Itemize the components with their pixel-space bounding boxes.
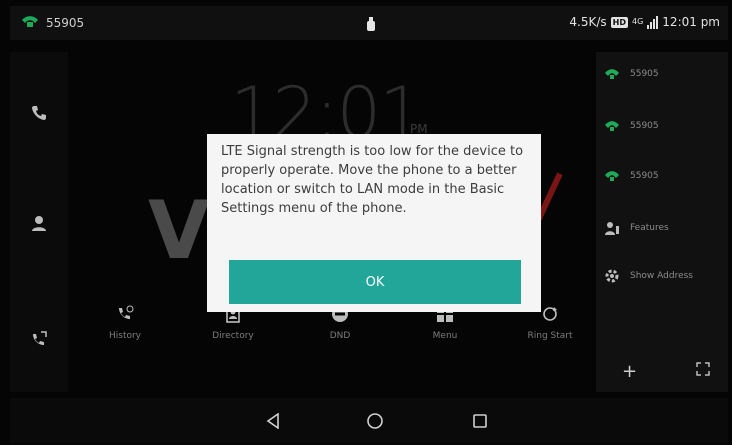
recents-button[interactable]: [465, 408, 495, 434]
softkey-history[interactable]: History: [80, 305, 170, 341]
network-speed: 4.5K/s: [569, 15, 607, 29]
line-key-label: 55905: [630, 171, 659, 181]
show-address-label: Show Address: [630, 271, 693, 281]
back-button[interactable]: [258, 408, 288, 434]
panel-footer: +: [596, 352, 728, 392]
status-right: 4.5K/s HD 4G 12:01 pm: [569, 15, 720, 29]
status-left: 55905: [20, 14, 84, 31]
line-green-icon: [605, 69, 619, 79]
handset-icon: [32, 106, 46, 120]
softkey-label: DND: [329, 331, 351, 341]
network-type: 4G: [632, 17, 644, 26]
back-triangle-icon: [266, 413, 279, 429]
line-key-2[interactable]: 55905: [604, 120, 659, 132]
left-quick-column: [10, 52, 68, 392]
phone-handset-button[interactable]: [24, 98, 54, 128]
status-line-number: 55905: [46, 15, 85, 30]
line-key-3[interactable]: 55905: [604, 170, 659, 182]
phone-screen: 55905 4.5K/s HD 4G 12:01 pm 12:01 PM V H…: [0, 0, 732, 445]
softkey-label: Directory: [212, 331, 254, 341]
status-bar: 55905 4.5K/s HD 4G 12:01 pm: [10, 6, 728, 40]
android-nav-bar: [10, 398, 728, 443]
status-time: 12:01 pm: [662, 15, 720, 29]
softkey-bar: History Directory DND Menu Ring Start: [80, 305, 590, 365]
line-green-icon: [605, 171, 619, 181]
recents-square-icon: [473, 414, 487, 428]
home-circle-icon: [367, 413, 383, 429]
phone-line-icon: [20, 14, 40, 31]
call-log-icon: [33, 331, 47, 345]
call-log-button[interactable]: [24, 324, 54, 354]
dialog-message: LTE Signal strength is too low for the d…: [221, 144, 524, 216]
wallpaper-logo: V: [148, 184, 210, 277]
line-green-icon: [605, 121, 619, 131]
hd-badge: HD: [610, 16, 628, 28]
ring-start-icon: [543, 307, 557, 321]
fullscreen-icon[interactable]: [696, 361, 710, 380]
home-button[interactable]: [360, 408, 390, 434]
features-key[interactable]: Features: [604, 220, 669, 236]
line-key-label: 55905: [630, 121, 659, 131]
softkey-label: Ring Start: [527, 331, 573, 341]
signal-bars-icon: [647, 15, 659, 29]
add-button[interactable]: +: [622, 361, 637, 382]
line-keys-panel: 55905 55905 55905 Features Show Address …: [596, 52, 728, 392]
person-icon: [32, 216, 46, 231]
softkey-label: Menu: [432, 331, 458, 341]
ok-button[interactable]: OK: [229, 260, 521, 304]
usb-icon: [366, 16, 376, 32]
line-key-label: 55905: [630, 69, 659, 79]
show-address-key[interactable]: Show Address: [604, 268, 693, 284]
line-key-1[interactable]: 55905: [604, 68, 659, 80]
history-icon: [119, 305, 134, 319]
contacts-button[interactable]: [24, 208, 54, 238]
features-person-icon: [605, 222, 619, 235]
lte-signal-dialog: LTE Signal strength is too low for the d…: [207, 134, 541, 312]
gear-icon: [605, 269, 619, 283]
softkey-label: History: [108, 331, 142, 341]
features-label: Features: [630, 223, 669, 233]
